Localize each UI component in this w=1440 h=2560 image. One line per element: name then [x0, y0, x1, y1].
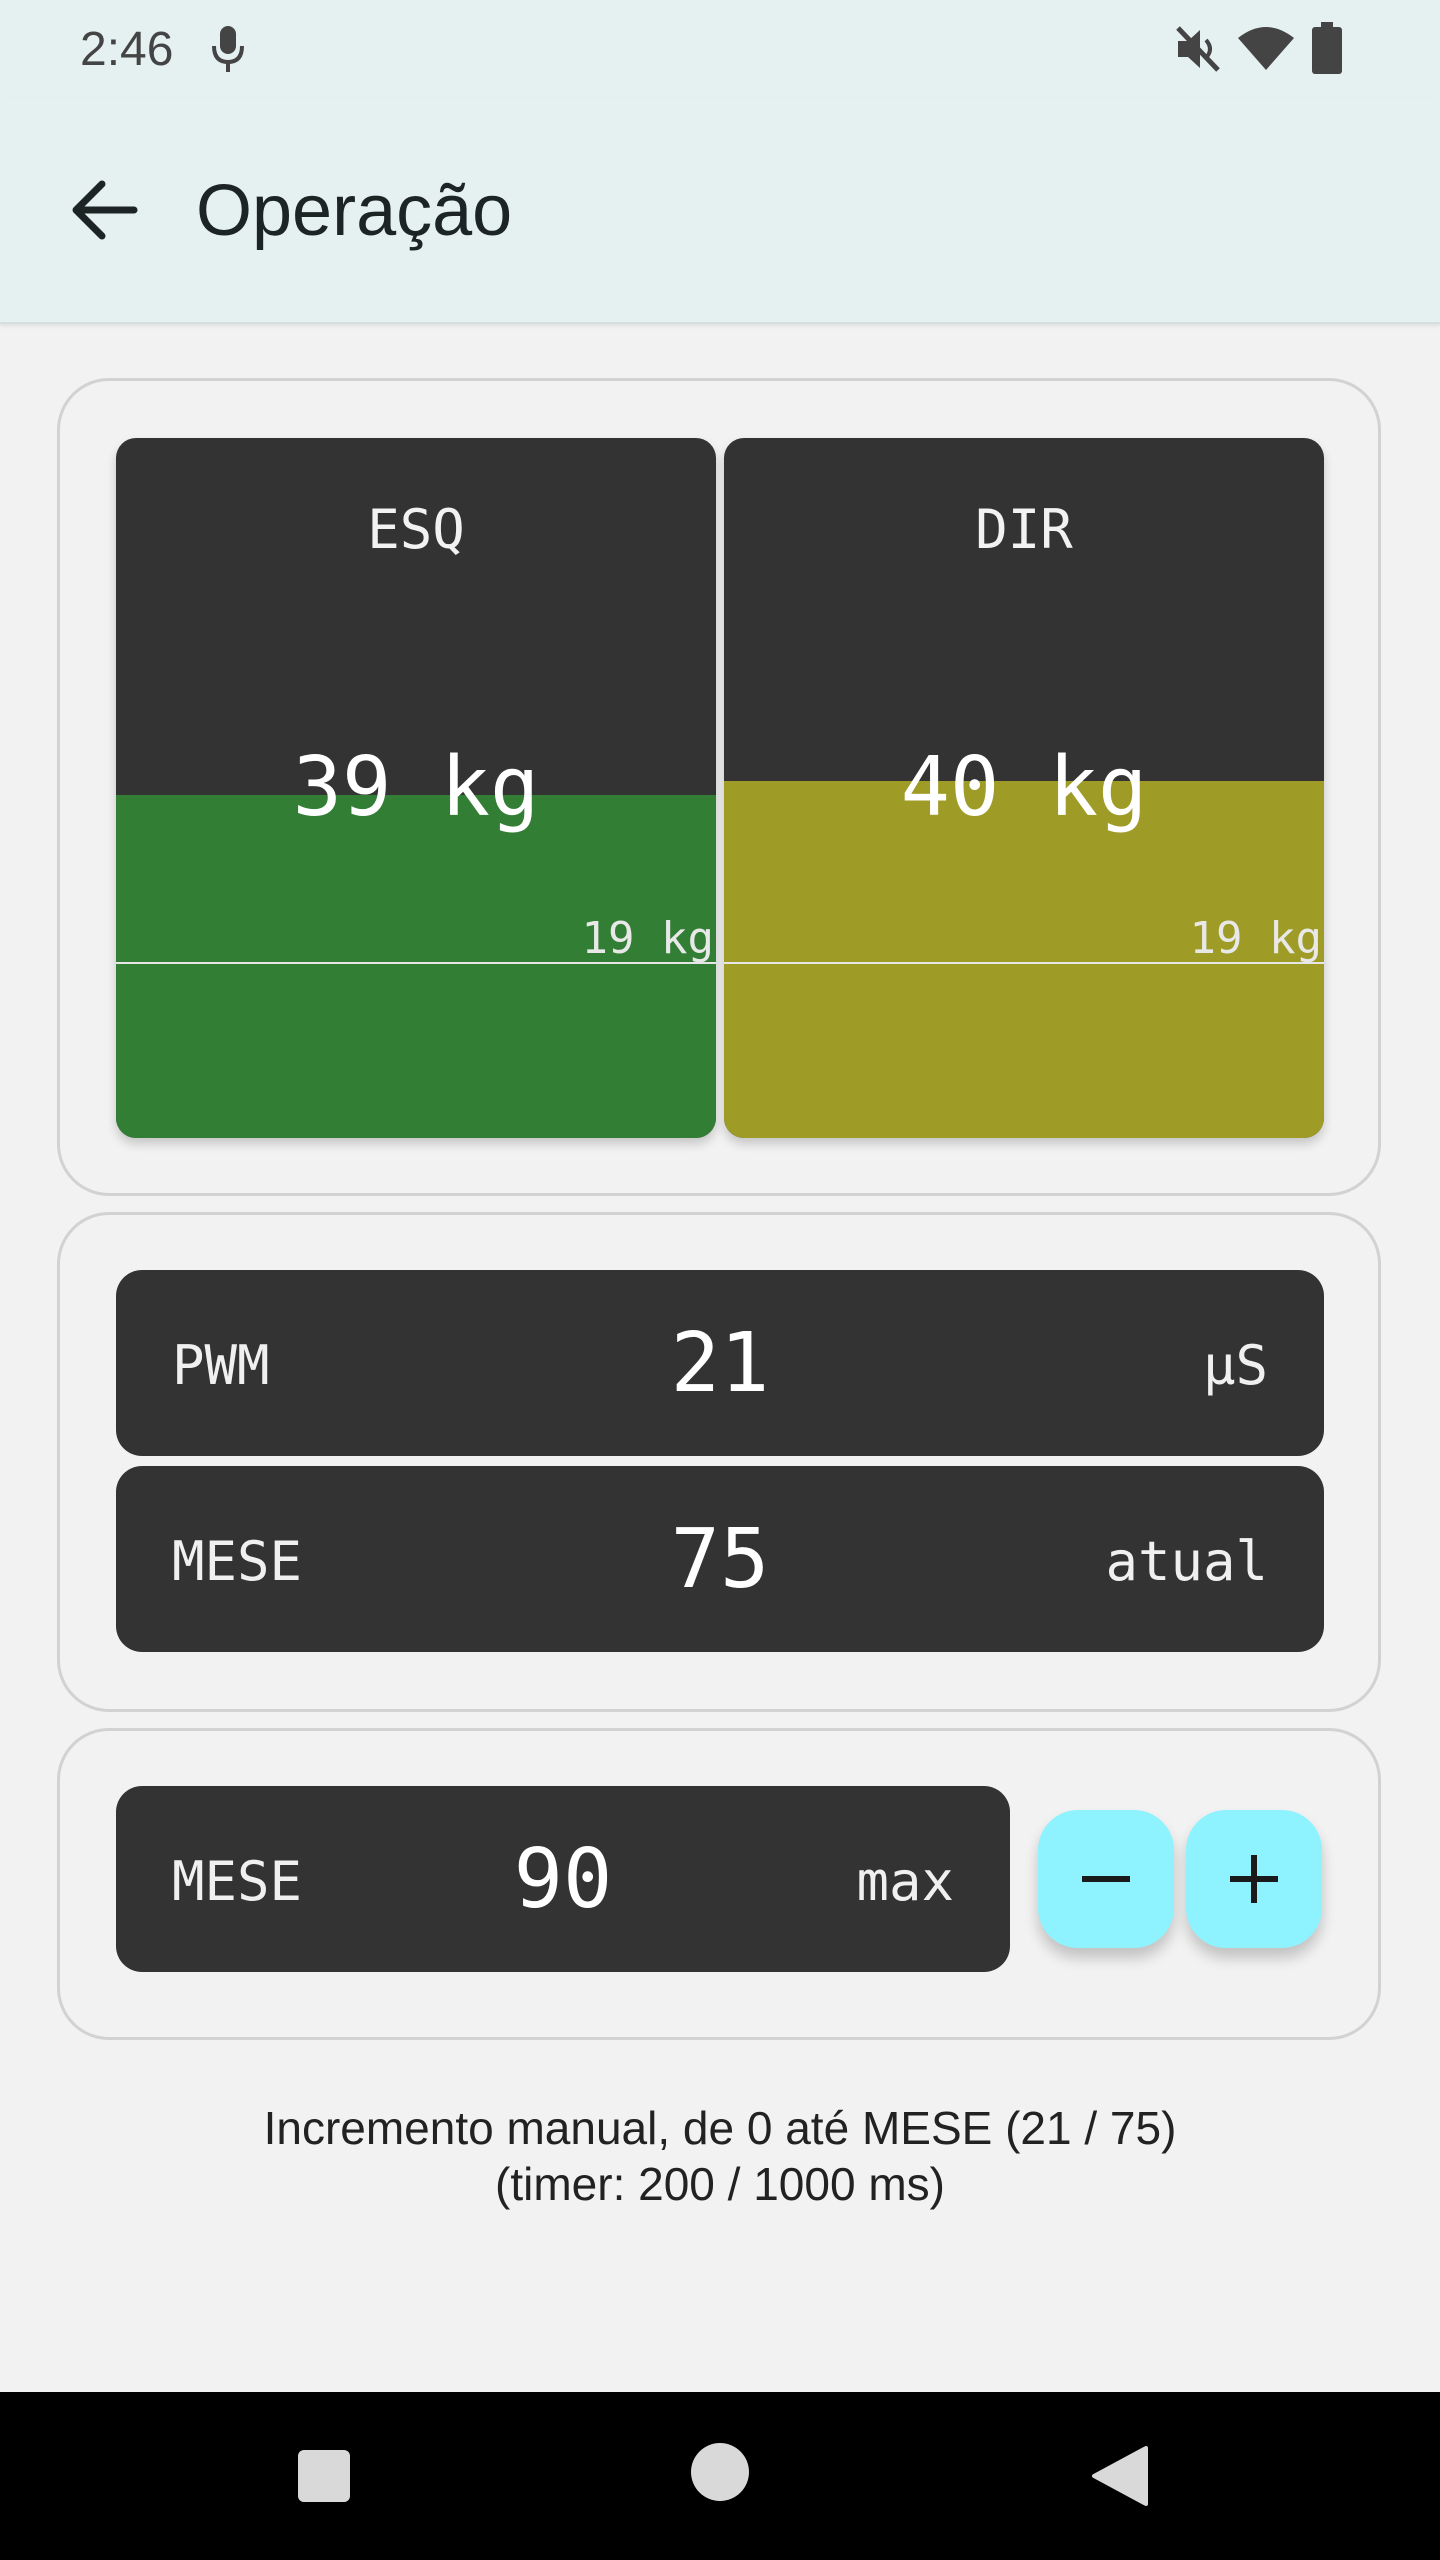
mese-max-unit: max — [856, 1850, 954, 1913]
battery-icon — [1312, 22, 1342, 79]
app-bar: Operação — [0, 98, 1440, 324]
mic-icon — [210, 24, 246, 79]
page-title: Operação — [196, 171, 513, 251]
back-triangle-icon[interactable] — [1090, 2446, 1148, 2511]
pwm-value: 21 — [670, 1316, 770, 1411]
system-nav-bar — [0, 2392, 1440, 2560]
threshold-label-right: 19 kg — [1189, 913, 1322, 964]
pwm-unit: μS — [1202, 1334, 1268, 1397]
mese-row: MESE 75 atual — [116, 1466, 1324, 1652]
gauge-fill-left — [116, 795, 716, 1138]
recent-apps-icon[interactable] — [296, 2448, 352, 2509]
mese-max-row: MESE 90 max — [116, 1786, 1010, 1972]
arrow-left-icon[interactable] — [70, 178, 140, 247]
status-line-2: (timer: 200 / 1000 ms) — [495, 2158, 945, 2210]
increment-button[interactable] — [1186, 1810, 1322, 1948]
pwm-row: PWM 21 μS — [116, 1270, 1324, 1456]
gauge-value-left: 39 kg — [292, 740, 540, 835]
volume-off-icon — [1174, 24, 1222, 79]
home-icon[interactable] — [690, 2442, 750, 2507]
status-time: 2:46 — [80, 23, 174, 76]
mese-unit: atual — [1105, 1530, 1268, 1593]
load-gauge-left: ESQ 39 kg 19 kg — [116, 438, 716, 1138]
threshold-label-left: 19 kg — [581, 913, 714, 964]
status-description: Incremento manual, de 0 até MESE (21 / 7… — [0, 2100, 1440, 2212]
gauge-value-right: 40 kg — [900, 740, 1148, 835]
status-line-1: Incremento manual, de 0 até MESE (21 / 7… — [263, 2102, 1177, 2154]
wifi-icon — [1238, 24, 1294, 79]
minus-icon — [1082, 1876, 1130, 1882]
decrement-button[interactable] — [1038, 1810, 1174, 1948]
status-bar: 2:46 — [0, 0, 1440, 98]
load-gauge-right: DIR 40 kg 19 kg — [724, 438, 1324, 1138]
gauge-label-right: DIR — [975, 498, 1073, 561]
plus-icon — [1230, 1855, 1278, 1903]
gauge-label-left: ESQ — [367, 498, 465, 561]
